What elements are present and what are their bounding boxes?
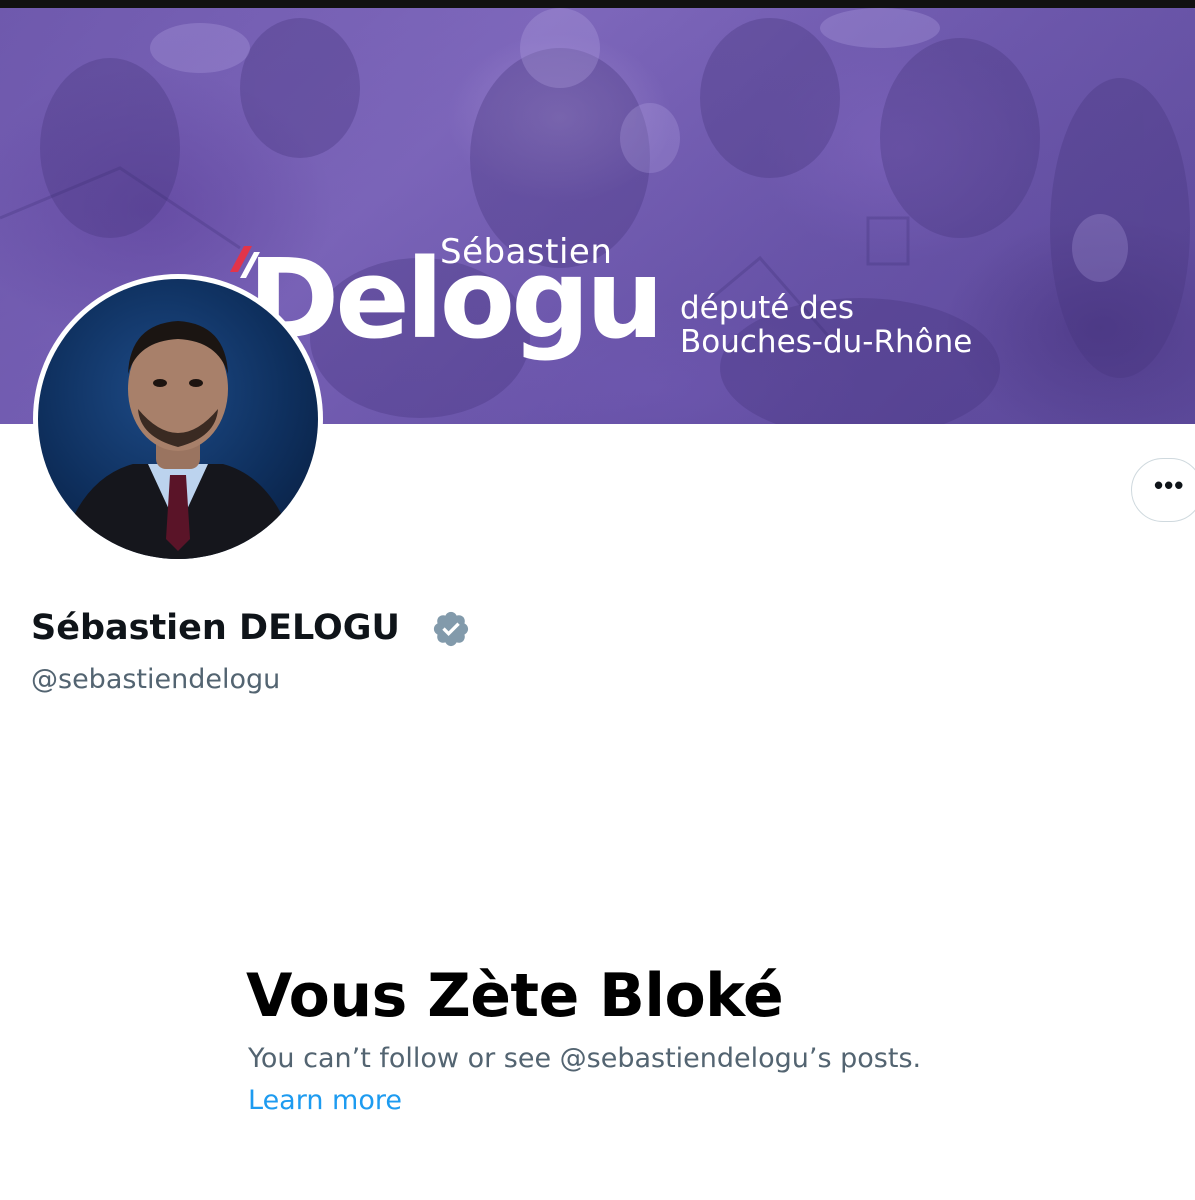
top-edge <box>0 0 1195 8</box>
learn-more-link[interactable]: Learn more <box>248 1085 402 1116</box>
more-dots-icon: ••• <box>1154 470 1185 500</box>
verified-badge-icon[interactable] <box>431 609 471 649</box>
blocked-description: You can’t follow or see @sebastiendelogu… <box>248 1043 922 1074</box>
avatar-portrait-icon <box>58 321 298 559</box>
avatar[interactable] <box>33 274 323 564</box>
blocked-title: Vous Zète Bloké <box>246 961 784 1031</box>
more-options-button[interactable]: ••• <box>1131 458 1195 522</box>
profile-display-name: Sébastien DELOGU <box>31 608 400 648</box>
profile-handle: @sebastiendelogu <box>31 664 281 695</box>
avatar-photo <box>38 279 318 559</box>
banner-subtitle-line1: député des <box>680 290 855 326</box>
banner-subtitle-line2: Bouches-du-Rhône <box>680 324 973 360</box>
banner-last-name: Delogu <box>248 235 664 363</box>
banner-subtitle: député des Bouches-du-Rhône <box>680 291 1100 359</box>
